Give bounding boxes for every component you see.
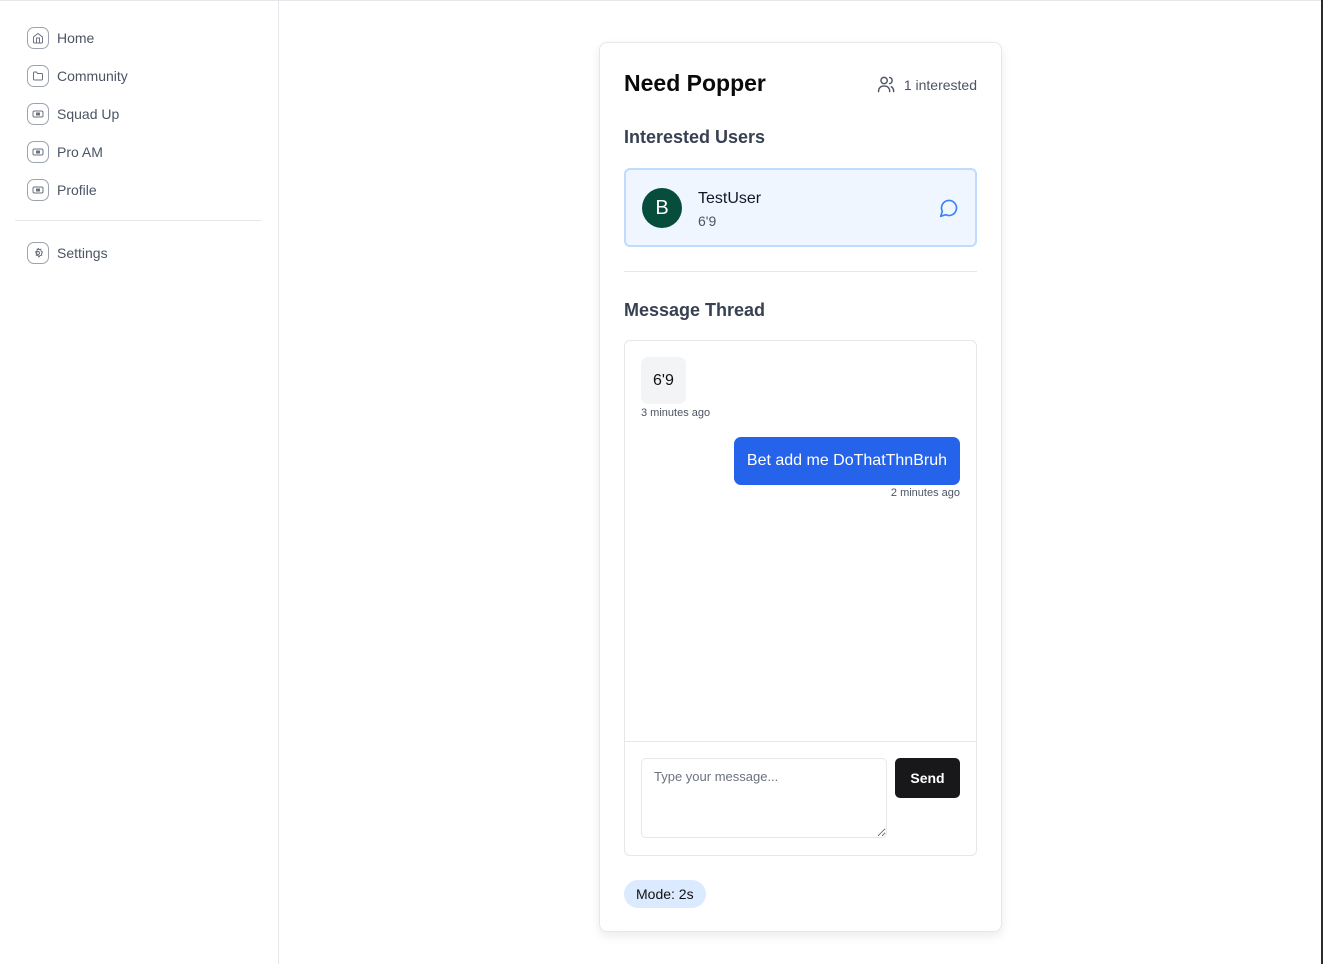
message-icon[interactable] [939,198,959,218]
sidebar-item-label: Settings [57,245,108,261]
sidebar-divider [15,220,262,221]
mode-badge: Mode: 2s [624,880,706,908]
interested-users-heading: Interested Users [624,127,766,147]
users-icon [877,76,895,93]
message-thread-heading: Message Thread [624,300,766,320]
post-title: Need Popper [624,70,766,96]
sidebar-item-label: Squad Up [57,106,120,122]
avatar: B [642,188,682,228]
send-button[interactable]: Send [895,758,960,798]
message-composer: Send [625,741,976,855]
sidebar-nav: Home Community Squad Up Pro AM Profile [27,27,128,217]
message-timestamp: 2 minutes ago [890,487,960,499]
sidebar-item-community[interactable]: Community [27,65,128,87]
sidebar-item-profile[interactable]: Profile [27,179,128,201]
message-timestamp: 3 minutes ago [641,407,711,419]
interested-count: 1 interested [877,75,977,94]
sidebar-item-home[interactable]: Home [27,27,128,49]
sidebar-item-label: Pro AM [57,144,103,160]
gear-icon [27,242,49,264]
sidebar-item-settings[interactable]: Settings [27,242,108,264]
sidebar-item-squad-up[interactable]: Squad Up [27,103,128,125]
incoming-message: 6'9 [641,357,686,404]
interested-count-label: 1 interested [903,76,977,93]
sidebar-secondary-nav: Settings [27,242,108,280]
ticket-icon [27,141,49,163]
interested-user-card[interactable]: B TestUser 6'9 [624,168,977,247]
user-height: 6'9 [698,213,717,229]
message-input[interactable] [641,758,887,838]
sidebar-item-pro-am[interactable]: Pro AM [27,141,128,163]
outgoing-message: Bet add me DoThatThnBruh [733,437,960,485]
sidebar: Home Community Squad Up Pro AM Profile S… [0,1,279,964]
home-icon [27,27,49,49]
ticket-icon [27,103,49,125]
section-divider [624,271,977,272]
sidebar-item-label: Profile [57,182,97,198]
message-thread: 6'9 3 minutes ago Bet add me DoThatThnBr… [624,340,977,856]
folder-icon [27,65,49,87]
user-name: TestUser [698,190,762,207]
sidebar-item-label: Community [57,68,128,84]
post-card: Need Popper 1 interested Interested User… [599,42,1002,932]
sidebar-item-label: Home [57,30,95,46]
ticket-icon [27,179,49,201]
